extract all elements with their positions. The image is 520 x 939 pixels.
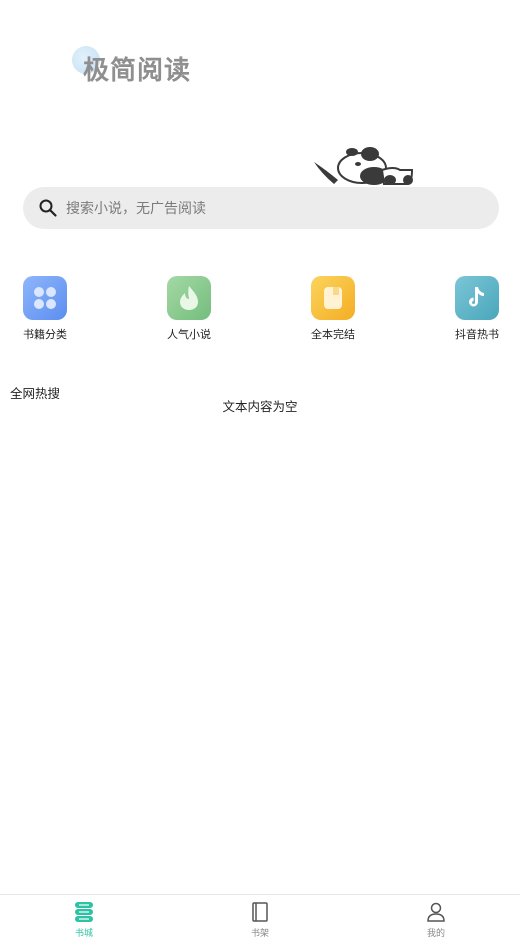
category-label: 书籍分类: [23, 328, 67, 341]
search-icon: [39, 199, 57, 217]
category-popular-novels[interactable]: 人气小说: [149, 276, 229, 342]
tab-label: 我的: [426, 929, 445, 939]
tab-label: 书城: [74, 929, 93, 939]
tab-label: 书架: [250, 929, 269, 939]
category-label: 全本完结: [311, 328, 355, 341]
tab-bookstore[interactable]: 书城: [44, 901, 124, 939]
tiktok-icon: [455, 276, 499, 320]
bottom-tab-bar: 书城 书架 我的: [0, 894, 520, 939]
panda-illustration: [314, 147, 414, 185]
book-icon: [311, 276, 355, 320]
tab-bookshelf[interactable]: 书架: [220, 901, 300, 939]
grid-icon: [23, 276, 67, 320]
flame-icon: [167, 276, 211, 320]
tab-profile[interactable]: 我的: [396, 901, 476, 939]
empty-state-text: 文本内容为空: [222, 399, 298, 414]
search-bar[interactable]: 搜索小说，无广告阅读: [23, 187, 499, 229]
category-completed-books[interactable]: 全本完结: [293, 276, 373, 342]
search-placeholder: 搜索小说，无广告阅读: [66, 201, 206, 217]
bookstore-icon: [75, 902, 93, 922]
category-book-classification[interactable]: 书籍分类: [5, 276, 85, 342]
logo-text: 极简阅读: [83, 56, 192, 86]
category-label: 抖音热书: [455, 328, 499, 341]
bookshelf-icon: [252, 902, 268, 922]
category-label: 人气小说: [167, 328, 211, 341]
category-douyin-hot-books[interactable]: 抖音热书: [437, 276, 517, 342]
profile-icon: [427, 902, 445, 922]
